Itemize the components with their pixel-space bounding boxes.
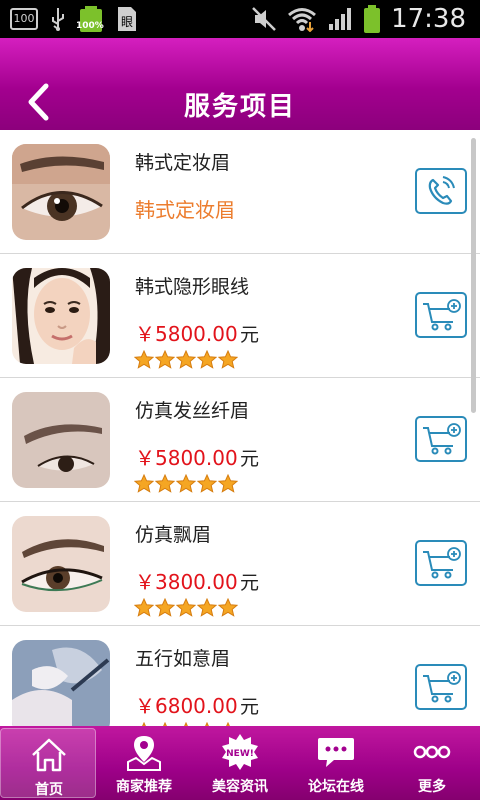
nav-label: 商家推荐 xyxy=(116,779,172,795)
cart-icon xyxy=(423,299,461,331)
nav-label: 更多 xyxy=(418,779,446,795)
battery-full-icon: 100% xyxy=(76,6,104,32)
rating-stars xyxy=(134,598,238,617)
nav-merchants[interactable]: 商家推荐 xyxy=(96,726,192,800)
item-price: ￥6800.00 xyxy=(135,694,238,718)
add-to-cart-button[interactable] xyxy=(415,292,467,338)
star-icon xyxy=(176,598,196,617)
page-title: 服务项目 xyxy=(183,92,296,122)
cart-icon xyxy=(423,671,461,703)
nav-forum[interactable]: 论坛在线 xyxy=(288,726,384,800)
item-unit: 元 xyxy=(240,696,260,718)
item-price: ￥5800.00 xyxy=(135,446,238,470)
status-bar: 100 100% 眼 17:38 xyxy=(0,0,480,38)
phone-icon xyxy=(428,176,455,205)
bottom-nav: 首页 商家推荐 NEW! 美容资讯 论坛在线 更多 xyxy=(0,726,480,800)
star-icon xyxy=(218,350,238,369)
star-icon xyxy=(218,598,238,617)
battery-level-badge: 100 xyxy=(10,8,38,30)
star-icon xyxy=(134,350,154,369)
star-icon xyxy=(176,474,196,493)
eyebrow-photo xyxy=(12,144,110,240)
item-unit: 元 xyxy=(240,324,260,346)
list-item[interactable]: 仿真飘眉 ￥3800.00 元 xyxy=(0,502,480,626)
cart-icon xyxy=(423,423,461,455)
nav-beauty-news[interactable]: NEW! 美容资讯 xyxy=(192,726,288,800)
star-icon xyxy=(134,598,154,617)
item-name: 五行如意眉 xyxy=(135,648,231,670)
item-price: ￥3800.00 xyxy=(135,570,238,594)
add-to-cart-button[interactable] xyxy=(415,664,467,710)
brow-closeup-photo xyxy=(12,392,110,488)
star-icon xyxy=(176,350,196,369)
battery-percent-label: 100% xyxy=(76,21,104,31)
list-item[interactable]: 韩式定妆眉 韩式定妆眉 xyxy=(0,130,480,254)
rating-stars xyxy=(134,474,238,493)
new-badge-icon: NEW! xyxy=(222,734,258,770)
usb-icon xyxy=(52,8,64,31)
clock: 17:38 xyxy=(391,4,466,34)
star-icon xyxy=(155,598,175,617)
nav-label: 论坛在线 xyxy=(308,779,364,795)
item-price: ￥5800.00 xyxy=(135,322,238,346)
home-icon xyxy=(32,738,66,772)
document-icon: 眼 xyxy=(118,7,136,31)
wifi-icon xyxy=(288,8,317,32)
rating-stars xyxy=(134,350,238,369)
item-name: 仿真飘眉 xyxy=(135,524,212,546)
service-list[interactable]: 韩式定妆眉 韩式定妆眉 韩式隐形眼线 ￥5800.00 元 仿真发丝纤眉 ￥58… xyxy=(0,130,480,726)
map-pin-icon xyxy=(127,736,161,771)
list-scrollbar[interactable] xyxy=(471,138,476,413)
nav-home[interactable]: 首页 xyxy=(0,728,96,798)
call-button[interactable] xyxy=(415,168,467,214)
signal-icon xyxy=(329,8,352,30)
nav-label: 首页 xyxy=(35,782,63,798)
svg-text:眼: 眼 xyxy=(121,15,133,29)
star-icon xyxy=(134,474,154,493)
item-unit: 元 xyxy=(240,572,260,594)
battery-icon xyxy=(364,5,381,33)
item-name: 韩式定妆眉 xyxy=(135,152,231,174)
face-photo xyxy=(12,268,110,364)
item-subtitle: 韩式定妆眉 xyxy=(135,198,235,222)
item-name: 仿真发丝纤眉 xyxy=(135,400,250,422)
list-item[interactable]: 五行如意眉 ￥6800.00 元 xyxy=(0,626,480,726)
add-to-cart-button[interactable] xyxy=(415,416,467,462)
star-icon xyxy=(197,474,217,493)
star-icon xyxy=(218,474,238,493)
more-dots-icon xyxy=(413,745,451,759)
new-badge-text: NEW! xyxy=(226,749,254,759)
item-name: 韩式隐形眼线 xyxy=(135,276,250,298)
star-icon xyxy=(155,474,175,493)
star-icon xyxy=(197,350,217,369)
star-icon xyxy=(197,598,217,617)
star-icon xyxy=(155,350,175,369)
nav-label: 美容资讯 xyxy=(212,779,268,795)
mute-icon xyxy=(252,7,276,31)
procedure-photo xyxy=(12,640,110,726)
nav-more[interactable]: 更多 xyxy=(384,726,480,800)
app-header: 服务项目 xyxy=(0,38,480,130)
list-item[interactable]: 仿真发丝纤眉 ￥5800.00 元 xyxy=(0,378,480,502)
eye-makeup-photo xyxy=(12,516,110,612)
cart-icon xyxy=(423,547,461,579)
list-item[interactable]: 韩式隐形眼线 ￥5800.00 元 xyxy=(0,254,480,378)
chat-bubble-icon xyxy=(318,738,354,767)
add-to-cart-button[interactable] xyxy=(415,540,467,586)
item-unit: 元 xyxy=(240,448,260,470)
